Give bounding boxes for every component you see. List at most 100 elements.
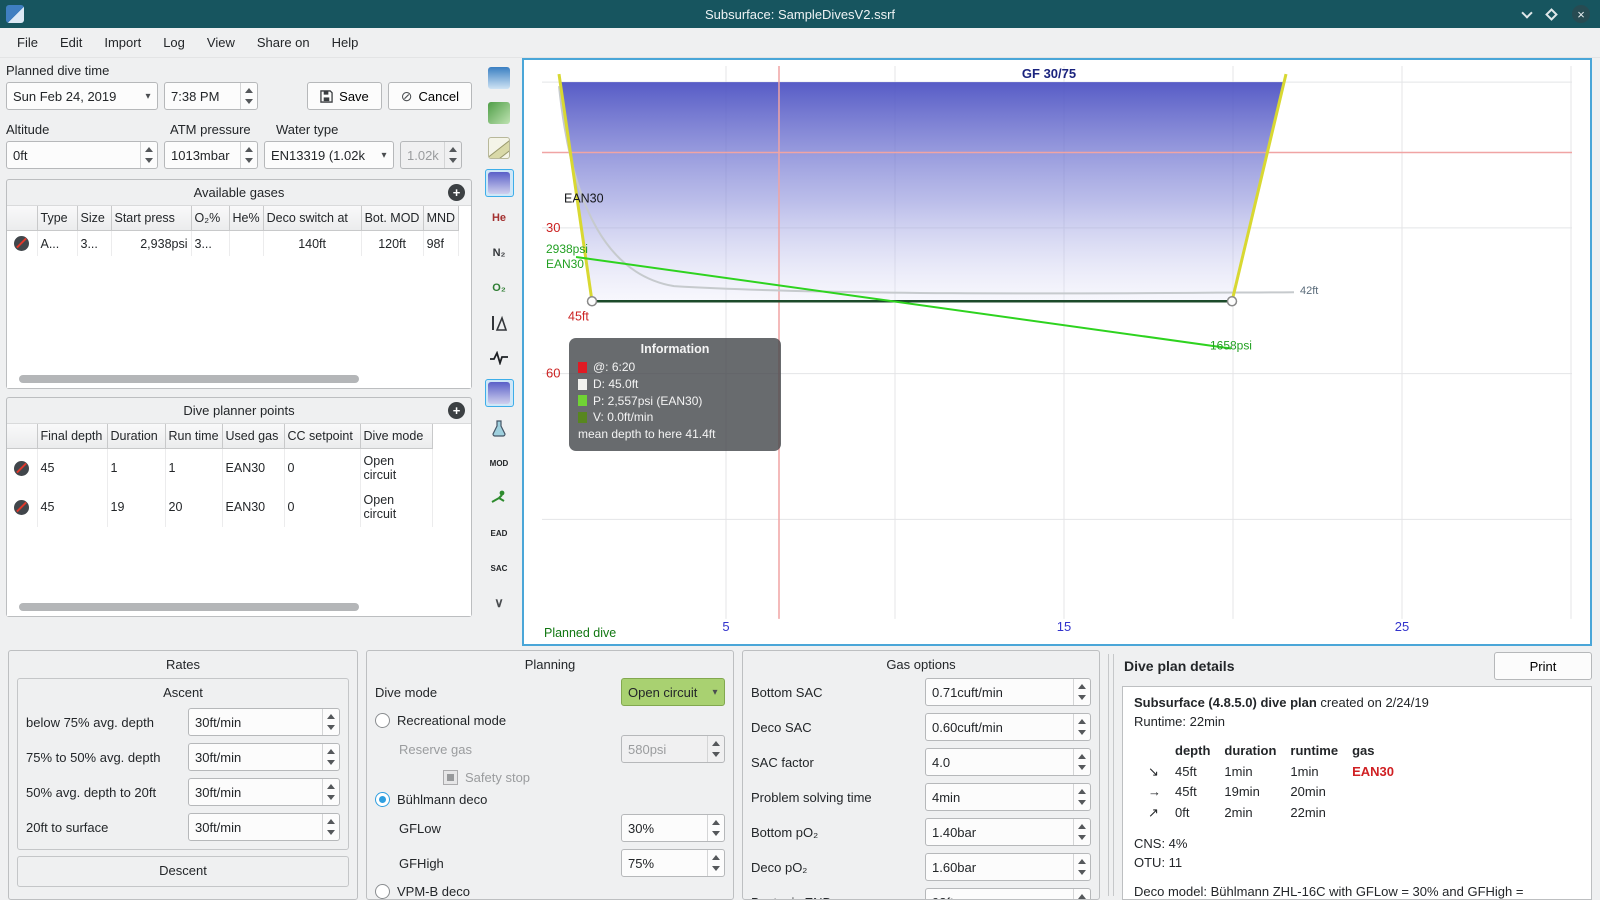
show-ceiling-icon[interactable] — [484, 169, 514, 197]
cancel-button[interactable]: ⊘ Cancel — [387, 82, 472, 110]
rate-label: 75% to 50% avg. depth — [26, 749, 161, 765]
rate-below75-spinbox[interactable]: 30ft/min — [188, 708, 340, 736]
gf-label: GF 30/75 — [1022, 66, 1076, 81]
bottom-sac-spinbox[interactable]: 0.71cuft/min — [925, 678, 1091, 706]
spin-arrows[interactable] — [322, 814, 339, 840]
rate-75to50-spinbox[interactable]: 30ft/min — [188, 743, 340, 771]
partial-pressure-n2-icon[interactable]: N₂ — [485, 239, 514, 267]
spin-arrows[interactable] — [707, 850, 724, 876]
gases-table: Type Size Start press O₂% He% Deco switc… — [7, 206, 460, 256]
best-mix-end-spinbox[interactable]: 98ft — [925, 888, 1091, 899]
sac-factor-spinbox[interactable]: 4.0 — [925, 748, 1091, 776]
chevron-down-icon: ▾ — [712, 686, 718, 698]
maximize-icon[interactable] — [1545, 7, 1558, 21]
menu-share-on[interactable]: Share on — [246, 30, 321, 55]
deco-sac-spinbox[interactable]: 0.60cuft/min — [925, 713, 1091, 741]
altitude-spinbox[interactable]: 0ft — [6, 141, 158, 169]
heart-rate-icon[interactable] — [485, 344, 514, 372]
gas-row[interactable]: A... 3... 2,938psi 3... 140ft 120ft 98f — [7, 230, 460, 256]
spin-arrows[interactable] — [240, 83, 257, 109]
points-hscrollbar[interactable] — [19, 603, 359, 611]
problem-time-spinbox[interactable]: 4min — [925, 783, 1091, 811]
spin-arrows[interactable] — [240, 142, 257, 168]
vpmb-deco-radio[interactable]: VPM-B deco — [375, 884, 725, 899]
minimize-icon[interactable] — [1521, 6, 1533, 19]
rate-20ft-surface-spinbox[interactable]: 30ft/min — [188, 813, 340, 841]
delete-point-icon[interactable] — [14, 499, 30, 515]
gases-hscrollbar[interactable] — [19, 375, 359, 383]
ead-icon[interactable]: EAD — [485, 519, 514, 547]
delete-point-icon[interactable] — [14, 460, 30, 476]
radio-icon[interactable] — [375, 884, 390, 899]
add-point-button[interactable]: + — [448, 402, 465, 419]
spin-arrows[interactable] — [140, 142, 157, 168]
planner-panel: Planned dive time Sun Feb 24, 2019 ▾ 7:3… — [0, 58, 478, 646]
radio-icon[interactable] — [375, 792, 390, 807]
rate-50to20ft-spinbox[interactable]: 30ft/min — [188, 778, 340, 806]
spin-arrows[interactable] — [1073, 889, 1090, 899]
dive-mode-combo[interactable]: Open circuit ▾ — [621, 678, 725, 706]
gfhigh-spinbox[interactable]: 75% — [621, 849, 725, 877]
gas-sample-icon[interactable] — [485, 414, 514, 442]
reserve-gas-label: Reserve gas — [399, 741, 472, 757]
rate-label: 50% avg. depth to 20ft — [26, 784, 157, 800]
save-button[interactable]: Save — [307, 82, 382, 110]
descend-arrow-icon: ↘ — [1148, 763, 1159, 779]
water-type-combo[interactable]: EN13319 (1.02k ▾ — [264, 141, 394, 169]
spin-arrows[interactable] — [322, 744, 339, 770]
menu-view[interactable]: View — [196, 30, 246, 55]
depth-tick-60: 60 — [546, 366, 560, 381]
menu-file[interactable]: File — [6, 30, 49, 55]
zoom-chart-icon[interactable] — [485, 64, 514, 92]
point-row[interactable]: 45 19 20 EAN30 0 Open circuit — [7, 487, 433, 527]
atm-pressure-spinbox[interactable]: 1013mbar — [164, 141, 258, 169]
save-icon — [320, 89, 333, 103]
point-row[interactable]: 45 1 1 EAN30 0 Open circuit — [7, 448, 433, 488]
menu-edit[interactable]: Edit — [49, 30, 93, 55]
delete-gas-icon[interactable] — [14, 236, 30, 251]
menu-log[interactable]: Log — [152, 30, 196, 55]
profile-handle[interactable] — [586, 295, 598, 307]
information-tooltip[interactable]: Information @: 6:20 D: 45.0ft P: 2,557ps… — [569, 338, 781, 451]
spin-arrows[interactable] — [1073, 749, 1090, 775]
spin-arrows[interactable] — [707, 815, 724, 841]
dive-profile-chart[interactable]: GF 30/75 30 60 5 15 25 EAN30 2938psi EAN… — [522, 58, 1592, 646]
ruler-icon[interactable] — [485, 134, 514, 162]
dive-time-spinbox[interactable]: 7:38 PM — [164, 82, 258, 110]
spin-arrows[interactable] — [1073, 854, 1090, 880]
spin-arrows[interactable] — [322, 779, 339, 805]
spin-arrows[interactable] — [1073, 679, 1090, 705]
profile-handle[interactable] — [1226, 295, 1238, 307]
buhlmann-deco-radio[interactable]: Bühlmann deco — [375, 792, 725, 807]
spin-arrows[interactable] — [1073, 819, 1090, 845]
print-button[interactable]: Print — [1494, 652, 1592, 680]
ndl-diver-icon[interactable] — [485, 484, 514, 512]
spin-arrows[interactable] — [1073, 784, 1090, 810]
recreational-mode-radio[interactable]: Recreational mode — [375, 713, 725, 728]
tissues-icon[interactable] — [485, 309, 514, 337]
spin-arrows[interactable] — [1073, 714, 1090, 740]
bottom-po2-spinbox[interactable]: 1.40bar — [925, 818, 1091, 846]
menu-import[interactable]: Import — [93, 30, 152, 55]
partial-pressure-o2-icon[interactable]: O₂ — [485, 274, 514, 302]
deco-model-text: Deco model: Bühlmann ZHL-16C with GFLow … — [1134, 883, 1524, 899]
gas-label-top: EAN30 — [564, 192, 604, 206]
gflow-spinbox[interactable]: 30% — [621, 814, 725, 842]
dive-date-combo[interactable]: Sun Feb 24, 2019 ▾ — [6, 82, 158, 110]
menu-help[interactable]: Help — [321, 30, 370, 55]
toolbar-scroll-down-icon[interactable]: ∨ — [485, 589, 514, 617]
close-icon[interactable]: × — [1572, 5, 1590, 23]
panel-splitter[interactable] — [1108, 654, 1114, 896]
add-gas-button[interactable]: + — [448, 184, 465, 201]
spin-arrows[interactable] — [322, 709, 339, 735]
calculated-ceiling-icon[interactable] — [484, 379, 514, 407]
gas-line-label: EAN30 — [546, 257, 584, 271]
radio-icon[interactable] — [375, 713, 390, 728]
mod-icon[interactable]: MOD — [485, 449, 514, 477]
water-type-label: Water type — [276, 122, 339, 137]
partial-pressure-he-icon[interactable]: He — [485, 204, 514, 232]
photos-icon[interactable] — [485, 99, 514, 127]
deco-po2-spinbox[interactable]: 1.60bar — [925, 853, 1091, 881]
sac-icon[interactable]: SAC — [485, 554, 514, 582]
depth-profile-area — [559, 82, 1285, 302]
